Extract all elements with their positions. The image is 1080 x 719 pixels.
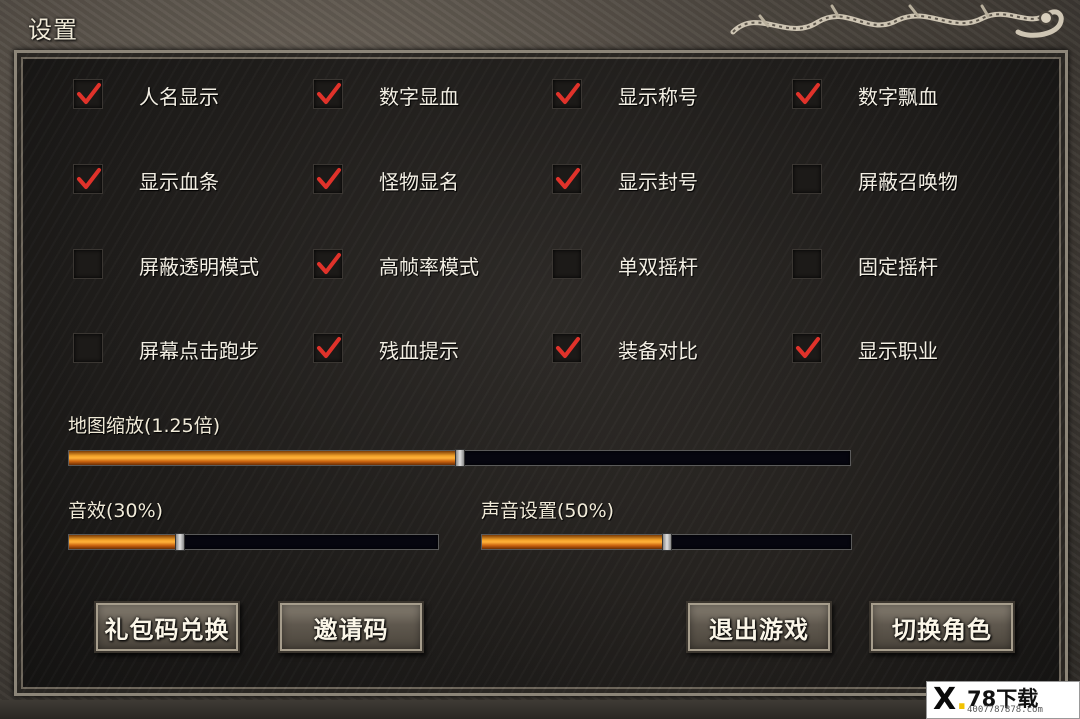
checkbox[interactable]	[313, 249, 343, 279]
option-label: 固定摇杆	[858, 255, 938, 279]
checkbox[interactable]	[792, 79, 822, 109]
checkbox[interactable]	[73, 164, 103, 194]
option-label: 怪物显名	[379, 170, 459, 194]
option-hide-summons[interactable]: 屏蔽召唤物	[792, 162, 958, 196]
slider-handle[interactable]	[661, 533, 672, 551]
option-label: 数字飘血	[858, 85, 938, 109]
option-dual-joystick[interactable]: 单双摇杆	[552, 247, 698, 281]
option-hide-transparent[interactable]: 屏蔽透明模式	[73, 247, 259, 281]
sound-effects-label: 音效(30%)	[68, 500, 164, 522]
option-label: 显示称号	[618, 85, 698, 109]
checkmark-icon	[556, 83, 580, 104]
slider-handle[interactable]	[454, 449, 465, 467]
checkbox[interactable]	[792, 249, 822, 279]
window-frame: 设置 人名显示 数字显血 显示称号 数字飘血 显示血条 怪物显名 显示封号 屏蔽…	[0, 0, 1080, 719]
option-label: 屏幕点击跑步	[139, 339, 259, 363]
gift-code-button[interactable]: 礼包码兑换	[94, 601, 240, 653]
option-monster-name[interactable]: 怪物显名	[313, 162, 459, 196]
option-label: 单双摇杆	[618, 255, 698, 279]
switch-role-button[interactable]: 切换角色	[869, 601, 1015, 653]
option-numeric-hp[interactable]: 数字显血	[313, 77, 459, 111]
option-name-display[interactable]: 人名显示	[73, 77, 219, 111]
checkbox[interactable]	[73, 79, 103, 109]
map-zoom-label: 地图缩放(1.25倍)	[68, 415, 221, 437]
checkbox[interactable]	[73, 333, 103, 363]
window-title: 设置	[28, 16, 78, 44]
option-show-rank[interactable]: 显示封号	[552, 162, 698, 196]
settings-panel: 人名显示 数字显血 显示称号 数字飘血 显示血条 怪物显名 显示封号 屏蔽召唤物…	[14, 50, 1068, 696]
invite-code-button[interactable]: 邀请码	[278, 601, 424, 653]
checkmark-icon	[317, 83, 341, 104]
sound-settings-label: 声音设置(50%)	[481, 500, 615, 522]
slider-fill	[69, 535, 180, 549]
checkmark-icon	[556, 168, 580, 189]
dragon-ornament-icon	[730, 4, 1064, 38]
option-high-framerate[interactable]: 高帧率模式	[313, 247, 479, 281]
checkmark-icon	[77, 83, 101, 104]
option-low-hp-alert[interactable]: 残血提示	[313, 331, 459, 365]
frame-bottom-edge	[0, 700, 1080, 719]
option-label: 显示血条	[139, 170, 219, 194]
checkbox[interactable]	[313, 333, 343, 363]
checkbox[interactable]	[552, 249, 582, 279]
option-tap-to-run[interactable]: 屏幕点击跑步	[73, 331, 259, 365]
checkbox[interactable]	[792, 164, 822, 194]
checkmark-icon	[77, 168, 101, 189]
option-label: 高帧率模式	[379, 255, 479, 279]
sound-settings-slider[interactable]	[481, 533, 852, 551]
option-label: 屏蔽透明模式	[139, 255, 259, 279]
watermark-url: 4007787878.com	[967, 705, 1043, 715]
option-label: 数字显血	[379, 85, 459, 109]
checkmark-icon	[796, 83, 820, 104]
option-equip-compare[interactable]: 装备对比	[552, 331, 698, 365]
checkmark-icon	[317, 168, 341, 189]
sound-effects-slider[interactable]	[68, 533, 439, 551]
option-show-class[interactable]: 显示职业	[792, 331, 938, 365]
checkbox[interactable]	[73, 249, 103, 279]
option-fixed-joystick[interactable]: 固定摇杆	[792, 247, 938, 281]
checkmark-icon	[556, 337, 580, 358]
checkbox[interactable]	[552, 164, 582, 194]
option-label: 人名显示	[139, 85, 219, 109]
checkbox[interactable]	[552, 79, 582, 109]
slider-fill	[482, 535, 667, 549]
slider-fill	[69, 451, 460, 465]
option-show-title[interactable]: 显示称号	[552, 77, 698, 111]
checkbox[interactable]	[313, 164, 343, 194]
option-label: 显示封号	[618, 170, 698, 194]
watermark-logo: X. 78下载 4007787878.com	[926, 681, 1080, 719]
option-label: 残血提示	[379, 339, 459, 363]
checkmark-icon	[317, 337, 341, 358]
option-hp-bar[interactable]: 显示血条	[73, 162, 219, 196]
checkbox[interactable]	[552, 333, 582, 363]
option-label: 显示职业	[858, 339, 938, 363]
watermark-x-icon: X.	[933, 682, 968, 717]
option-label: 屏蔽召唤物	[858, 170, 958, 194]
checkmark-icon	[796, 337, 820, 358]
checkbox[interactable]	[313, 79, 343, 109]
checkmark-icon	[317, 253, 341, 274]
map-zoom-slider[interactable]	[68, 449, 851, 467]
checkbox[interactable]	[792, 333, 822, 363]
option-label: 装备对比	[618, 339, 698, 363]
slider-handle[interactable]	[174, 533, 185, 551]
option-floating-damage[interactable]: 数字飘血	[792, 77, 938, 111]
exit-game-button[interactable]: 退出游戏	[686, 601, 832, 653]
